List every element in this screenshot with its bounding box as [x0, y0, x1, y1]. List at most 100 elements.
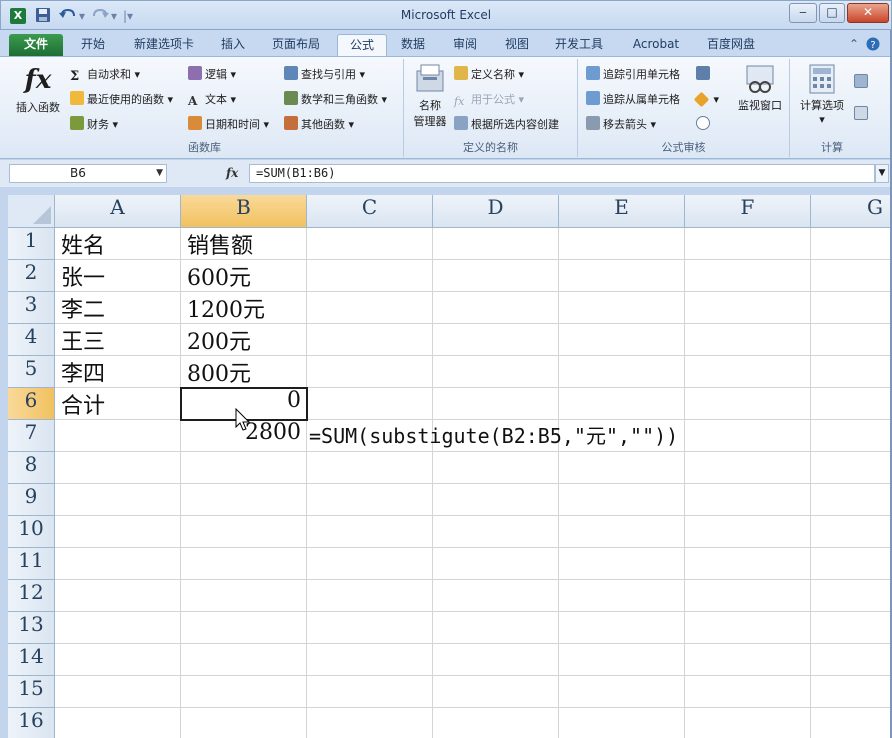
close-button[interactable]: ✕	[847, 3, 889, 23]
column-header-g[interactable]: G	[811, 195, 892, 228]
datetime-button[interactable]: 日期和时间 ▾	[188, 115, 269, 135]
row-header-2[interactable]: 2	[8, 260, 55, 292]
row-header-3[interactable]: 3	[8, 292, 55, 324]
search-book-icon	[284, 66, 298, 80]
tab-home[interactable]: 开始	[70, 34, 116, 56]
autosum-button[interactable]: Σ 自动求和 ▾	[70, 65, 140, 85]
group-calculation: 计算选项 ▾ 计算	[790, 59, 874, 157]
fx-icon: fx	[24, 65, 52, 95]
help-icon[interactable]: ?	[866, 37, 880, 54]
row-header-14[interactable]: 14	[8, 644, 55, 676]
ribbon-tabs: 文件 开始 新建选项卡 插入 页面布局 公式 数据 审阅 视图 开发工具 Acr…	[0, 30, 892, 56]
row-header-4[interactable]: 4	[8, 324, 55, 356]
tab-developer[interactable]: 开发工具	[546, 34, 612, 56]
tab-insert[interactable]: 插入	[210, 34, 256, 56]
row-header-16[interactable]: 16	[8, 708, 55, 738]
column-header-a[interactable]: A	[55, 195, 181, 228]
book-icon	[284, 116, 298, 130]
name-box[interactable]: B6 ▼	[9, 164, 167, 183]
spreadsheet-grid: A B C D E F G 1 2 3 4 5 6 7 8 9 10 11 12…	[8, 195, 892, 738]
column-header-d[interactable]: D	[433, 195, 559, 228]
row-header-6[interactable]: 6	[8, 388, 55, 420]
cell-a3[interactable]: 李二	[55, 292, 181, 324]
row-header-8[interactable]: 8	[8, 452, 55, 484]
tab-new[interactable]: 新建选项卡	[120, 34, 208, 56]
row-header-13[interactable]: 13	[8, 612, 55, 644]
tab-view[interactable]: 视图	[494, 34, 540, 56]
cell-area[interactable]: 姓名 销售额 张一 600元 李二 1200元 王三 200元 李四 800元 …	[55, 228, 892, 738]
calculate-now-icon[interactable]	[854, 73, 871, 93]
select-all-button[interactable]	[8, 195, 55, 228]
recent-functions-button[interactable]: 最近使用的函数 ▾	[70, 90, 173, 110]
more-functions-button[interactable]: 其他函数 ▾	[284, 115, 354, 135]
cell-b1[interactable]: 销售额	[181, 228, 307, 260]
logical-button[interactable]: 逻辑 ▾	[188, 65, 236, 85]
row-header-11[interactable]: 11	[8, 548, 55, 580]
insert-function-icon[interactable]: fx	[226, 164, 238, 183]
formula-input[interactable]: =SUM(B1:B6)	[249, 164, 875, 183]
cell-b5[interactable]: 800元	[181, 356, 307, 388]
group-label-names: 定义的名称	[463, 141, 518, 154]
error-checking-icon[interactable]: ▾	[693, 90, 719, 110]
remove-arrows-button[interactable]: 移去箭头 ▾	[586, 115, 656, 135]
expand-formula-bar-icon[interactable]: ▼	[875, 164, 889, 183]
column-header-c[interactable]: C	[307, 195, 433, 228]
star-icon	[70, 91, 84, 105]
define-name-button[interactable]: 定义名称 ▾	[454, 65, 524, 85]
row-header-9[interactable]: 9	[8, 484, 55, 516]
row-header-7[interactable]: 7	[8, 420, 55, 452]
group-function-library: fx 插入函数 Σ 自动求和 ▾ 最近使用的函数 ▾ 财务 ▾ 逻辑 ▾ A 文本 …	[6, 59, 404, 157]
financial-button[interactable]: 财务 ▾	[70, 115, 118, 135]
row-header-10[interactable]: 10	[8, 516, 55, 548]
show-formulas-icon[interactable]	[696, 65, 713, 85]
create-from-selection-button[interactable]: 根据所选内容创建	[454, 115, 559, 135]
column-header-b[interactable]: B	[181, 195, 307, 228]
tab-review[interactable]: 审阅	[442, 34, 488, 56]
calculation-options-button[interactable]: 计算选项 ▾	[792, 63, 852, 126]
math-button[interactable]: 数学和三角函数 ▾	[284, 90, 387, 110]
cell-a5[interactable]: 李四	[55, 356, 181, 388]
ribbon-formulas: fx 插入函数 Σ 自动求和 ▾ 最近使用的函数 ▾ 财务 ▾ 逻辑 ▾ A 文本 …	[0, 56, 892, 159]
watch-window-button[interactable]: 监视窗口	[732, 63, 788, 113]
sigma-icon: Σ	[70, 69, 80, 84]
maximize-button[interactable]: □	[819, 3, 845, 23]
row-header-12[interactable]: 12	[8, 580, 55, 612]
cell-a2[interactable]: 张一	[55, 260, 181, 292]
tab-file[interactable]: 文件	[9, 34, 63, 56]
cell-c7[interactable]: =SUM(substigute(B2:B5,"元",""))	[309, 420, 769, 452]
trace-precedents-button[interactable]: 追踪引用单元格	[586, 65, 680, 85]
cell-b4[interactable]: 200元	[181, 324, 307, 356]
cell-a1[interactable]: 姓名	[55, 228, 181, 260]
row-header-1[interactable]: 1	[8, 228, 55, 260]
group-formula-auditing: 追踪引用单元格 追踪从属单元格 移去箭头 ▾ ▾ 监视窗口 公式审核	[578, 59, 790, 157]
book-icon	[70, 116, 84, 130]
minimize-ribbon-icon[interactable]: ⌃	[849, 37, 859, 51]
calendar-icon	[188, 116, 202, 130]
book-icon	[188, 66, 202, 80]
cell-a4[interactable]: 王三	[55, 324, 181, 356]
group-label-audit: 公式审核	[661, 141, 706, 154]
trace-dependents-button[interactable]: 追踪从属单元格	[586, 90, 680, 110]
text-button[interactable]: A 文本 ▾	[188, 90, 236, 110]
cell-a6[interactable]: 合计	[55, 388, 181, 420]
cell-b2[interactable]: 600元	[181, 260, 307, 292]
insert-function-button[interactable]: fx 插入函数	[10, 63, 66, 115]
evaluate-formula-icon[interactable]	[696, 115, 713, 135]
calculate-sheet-icon[interactable]	[854, 105, 871, 125]
group-defined-names: 名称 管理器 定义名称 ▾ fx 用于公式 ▾ 根据所选内容创建 定义的名称	[404, 59, 578, 157]
use-in-formula-button[interactable]: fx 用于公式 ▾	[454, 90, 524, 110]
tab-page-layout[interactable]: 页面布局	[262, 34, 330, 56]
minimize-button[interactable]: ‒	[789, 3, 817, 23]
tab-acrobat[interactable]: Acrobat	[622, 34, 690, 56]
tab-data[interactable]: 数据	[390, 34, 436, 56]
tab-baidu[interactable]: 百度网盘	[698, 34, 764, 56]
name-box-dropdown-icon[interactable]: ▼	[156, 165, 163, 182]
column-header-e[interactable]: E	[559, 195, 685, 228]
name-manager-button[interactable]: 名称 管理器	[408, 63, 452, 129]
tab-formulas[interactable]: 公式	[337, 34, 387, 56]
lookup-button[interactable]: 查找与引用 ▾	[284, 65, 365, 85]
column-header-f[interactable]: F	[685, 195, 811, 228]
cell-b3[interactable]: 1200元	[181, 292, 307, 324]
row-header-5[interactable]: 5	[8, 356, 55, 388]
row-header-15[interactable]: 15	[8, 676, 55, 708]
